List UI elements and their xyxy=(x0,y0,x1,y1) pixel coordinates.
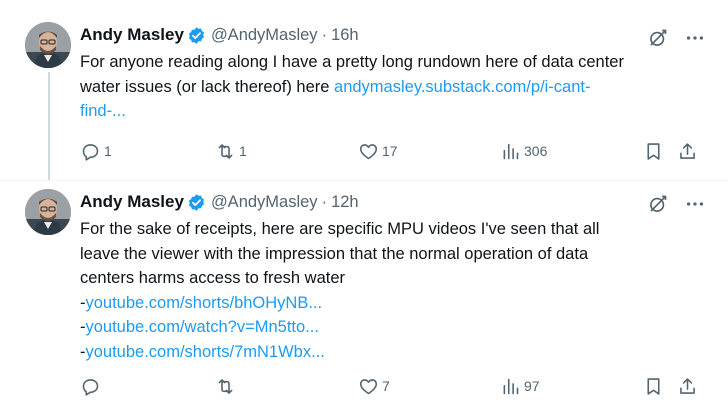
tweet-text-line: For the sake of receipts, here are speci… xyxy=(80,217,680,242)
tweet[interactable]: Andy Masley @AndyMasley · 16h For anyone… xyxy=(0,0,728,180)
share-icon xyxy=(680,377,695,394)
text-span: centers harms access to fresh water xyxy=(80,269,346,287)
grok-icon[interactable] xyxy=(648,194,668,214)
views-count: 97 xyxy=(524,378,540,394)
more-icon[interactable] xyxy=(684,28,706,48)
avatar[interactable] xyxy=(25,189,71,235)
like-button[interactable]: 17 xyxy=(358,139,398,163)
tweet-header: Andy Masley @AndyMasley · 12h xyxy=(80,191,359,213)
verified-badge-icon[interactable] xyxy=(187,26,206,45)
youtube-link[interactable]: youtube.com/shorts/bhOHyNB... xyxy=(86,294,323,312)
like-button[interactable]: 7 xyxy=(358,374,390,398)
retweet-count: 1 xyxy=(239,143,247,159)
reply-icon xyxy=(82,143,99,161)
views-chart-icon xyxy=(503,143,519,159)
separator-dot: · xyxy=(321,192,328,211)
verified-badge-icon[interactable] xyxy=(187,193,206,212)
views-count: 306 xyxy=(524,143,548,159)
reply-count: 1 xyxy=(104,143,112,159)
views-chart-icon xyxy=(503,378,519,394)
like-count: 7 xyxy=(382,378,390,394)
timestamp[interactable]: 12h xyxy=(331,193,359,212)
reply-button[interactable] xyxy=(80,374,104,398)
separator-dot: · xyxy=(321,25,328,44)
author-name[interactable]: Andy Masley xyxy=(80,25,184,45)
tweet-text-line: -youtube.com/watch?v=Mn5tto... xyxy=(80,315,680,340)
author-handle[interactable]: @AndyMasley xyxy=(211,26,318,45)
avatar[interactable] xyxy=(25,22,71,68)
text-span: water issues (or lack thereof) here xyxy=(80,77,335,96)
action-bar: 7 97 xyxy=(80,374,710,398)
tweet-text-line: water issues (or lack thereof) here andy… xyxy=(80,75,680,100)
tweet-text: For anyone reading along I have a pretty… xyxy=(80,50,680,124)
tweet-text-line: For anyone reading along I have a pretty… xyxy=(80,50,680,75)
more-icon[interactable] xyxy=(684,194,706,214)
author-name[interactable]: Andy Masley xyxy=(80,192,184,212)
tweet-text-line: centers harms access to fresh water xyxy=(80,266,680,291)
grok-icon[interactable] xyxy=(648,28,668,48)
views-button[interactable]: 97 xyxy=(500,374,540,398)
retweet-button[interactable]: 1 xyxy=(215,139,247,163)
youtube-link[interactable]: youtube.com/shorts/7mN1Wbx... xyxy=(86,343,325,361)
tweet-header: Andy Masley @AndyMasley · 16h xyxy=(80,24,359,46)
bookmark-icon xyxy=(647,377,660,395)
retweet-button[interactable] xyxy=(215,374,239,398)
bookmark-icon xyxy=(647,142,660,160)
views-button[interactable]: 306 xyxy=(500,139,547,163)
bookmark-button[interactable] xyxy=(643,139,664,163)
retweet-icon xyxy=(218,143,233,159)
text-span: leave the viewer with the impression tha… xyxy=(80,244,589,263)
share-button[interactable] xyxy=(677,374,698,398)
reply-icon xyxy=(82,378,99,396)
bookmark-button[interactable] xyxy=(643,374,664,398)
reply-button[interactable]: 1 xyxy=(80,139,112,163)
share-icon xyxy=(680,142,695,159)
text-span: For the sake of receipts, here are speci… xyxy=(80,220,600,238)
tweet-text-line: -youtube.com/shorts/7mN1Wbx... xyxy=(80,340,680,365)
tweet-text-line: -youtube.com/shorts/bhOHyNB... xyxy=(80,291,680,316)
text-span: For anyone reading along I have a pretty… xyxy=(80,53,624,71)
youtube-link[interactable]: youtube.com/watch?v=Mn5tto... xyxy=(86,318,319,336)
article-link-continued[interactable]: find-... xyxy=(80,102,126,120)
tweet-text: For the sake of receipts, here are speci… xyxy=(80,217,680,364)
tweet-text-line: find-... xyxy=(80,99,680,124)
author-handle[interactable]: @AndyMasley xyxy=(211,193,318,212)
heart-icon xyxy=(359,143,378,159)
action-bar: 1 1 17 306 xyxy=(80,139,710,163)
timestamp[interactable]: 16h xyxy=(331,26,359,45)
retweet-icon xyxy=(218,378,233,394)
heart-icon xyxy=(359,378,378,394)
like-count: 17 xyxy=(382,143,398,159)
share-button[interactable] xyxy=(677,139,698,163)
tweet[interactable]: Andy Masley @AndyMasley · 12h For the sa… xyxy=(0,181,728,416)
tweet-text-line: leave the viewer with the impression tha… xyxy=(80,242,680,267)
article-link[interactable]: andymasley.substack.com/p/i-cant- xyxy=(334,78,590,96)
